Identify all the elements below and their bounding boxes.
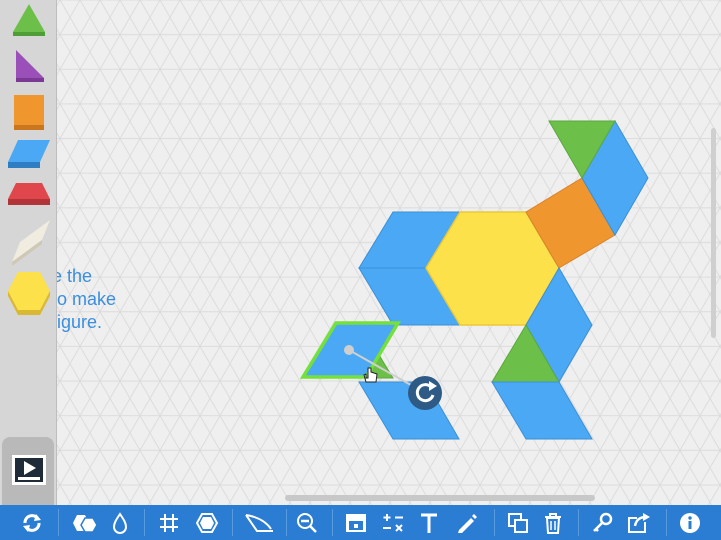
horizontal-scrollbar[interactable] [285,495,595,501]
toolbar-divider [578,509,579,536]
key-icon [593,512,613,532]
math-button[interactable] [374,505,412,540]
triangle-shape-button[interactable] [13,4,45,36]
bottom-toolbar [0,505,721,540]
scene-icon [12,455,46,485]
trapezoid-shape-button[interactable] [8,183,50,205]
scene-button[interactable] [2,437,54,505]
trash-button[interactable] [536,505,570,540]
refresh-icon [23,513,41,532]
trash-icon [545,512,561,534]
shapes-icon [73,514,97,533]
angle-icon [245,513,273,532]
workspace-canvas[interactable]: e the to make figure. [0,0,721,505]
toolbar-divider [332,509,333,536]
share-button[interactable] [620,505,658,540]
square-shape-button[interactable] [14,95,44,130]
scene-tool-icon [346,513,366,532]
text-button[interactable] [412,505,446,540]
toolbar-divider [286,509,287,536]
refresh-button[interactable] [10,505,54,540]
toolbar-divider [494,509,495,536]
grid-icon [160,513,178,532]
scene-tool-button[interactable] [338,505,374,540]
rotate-handle-icon[interactable] [408,376,442,410]
grid-button[interactable] [150,505,188,540]
blue-rhombus-block[interactable] [491,381,593,440]
hexagon-shape-button[interactable] [8,272,50,315]
zoom-out-button[interactable] [290,505,324,540]
shape-palette [0,0,57,505]
thin-rhombus-shape-button[interactable] [12,220,50,266]
toolbar-divider [144,509,145,536]
duplicate-icon [508,512,528,533]
pivot-point[interactable] [344,345,354,355]
snap-icon [195,512,219,533]
toolbar-divider [232,509,233,536]
fill-icon [112,511,128,534]
toolbar-divider [58,509,59,536]
pen-icon [458,513,477,533]
angle-button[interactable] [238,505,280,540]
toolbar-divider [666,509,667,536]
pattern-block-figure [299,120,649,440]
zoom-out-icon [297,512,317,533]
text-icon [421,513,437,533]
snap-button[interactable] [188,505,226,540]
vertical-scrollbar[interactable] [711,128,716,338]
key-button[interactable] [584,505,620,540]
math-icon [383,513,403,532]
info-icon [680,512,700,533]
shapes-button[interactable] [64,505,104,540]
info-button[interactable] [672,505,708,540]
share-icon [628,512,650,533]
fill-button[interactable] [104,505,136,540]
pen-button[interactable] [446,505,486,540]
duplicate-button[interactable] [500,505,536,540]
rhombus-shape-button[interactable] [8,140,50,168]
right-triangle-shape-button[interactable] [16,50,44,82]
